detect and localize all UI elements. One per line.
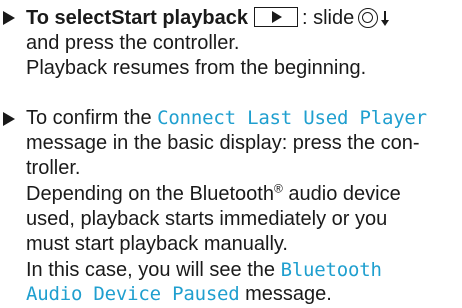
slide-down-arrow-icon [381,11,390,27]
registered-mark: ® [273,181,283,196]
step2-line5: used, playback starts immediately or you [26,208,388,230]
step1-slide-text: slide [307,7,355,29]
step1-line1: To selectStart playback: slide [26,6,390,30]
step1-bold-text: To selectStart playback [26,7,248,29]
step2-line8-suffix: message. [239,283,332,305]
step-bullet-icon [3,11,15,25]
step2-line7-prefix: In this case, you will see the [26,259,276,281]
step2-line1: To confirm the Connect Last Used Player [26,106,427,130]
display-message-bluetooth-part1: Bluetooth [280,259,382,281]
step-bullet-icon [3,112,15,126]
controller-icon [358,8,379,28]
display-message-bluetooth-part2: Audio Device Paused [26,283,240,305]
step2-line4: Depending on the Bluetooth® audio device [26,182,401,206]
step2-line2: message in the basic display: press the … [26,132,420,154]
play-button-icon [253,7,298,27]
step2-line8: Audio Device Paused message. [26,282,332,306]
step2-line4-prefix: Depending on the Bluetooth [26,183,274,205]
step2-line3: troller. [26,157,81,179]
step2-line4-suffix: audio device [282,183,401,205]
step1-line2: and press the controller. [26,32,240,54]
display-message-connect-last-used-player: Connect Last Used Player [157,107,427,129]
step2-line1-prefix: To confirm the [26,107,152,129]
step2-line7: In this case, you will see the Bluetooth [26,258,382,282]
step1-line3: Playback resumes from the beginning. [26,57,367,79]
step2-line6: must start playback manually. [26,233,288,255]
manual-page: To selectStart playback: slide and press… [0,0,462,308]
